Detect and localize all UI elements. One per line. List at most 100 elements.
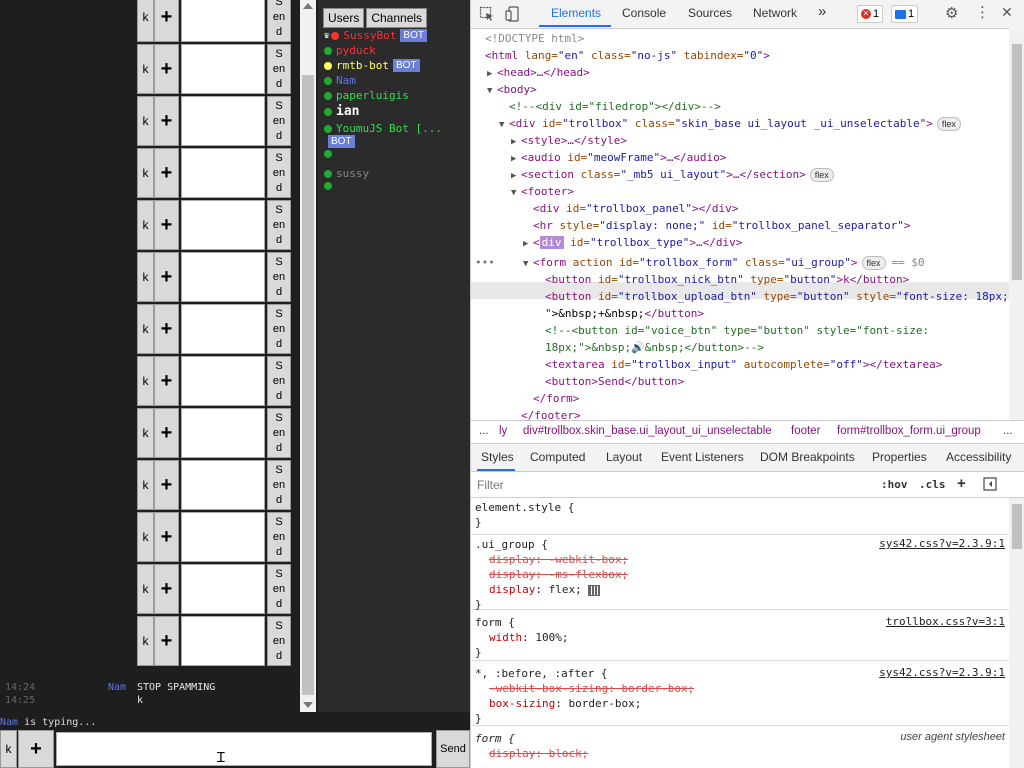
doctype-line[interactable]: <!DOCTYPE html>: [485, 30, 584, 47]
tab-accessibility[interactable]: Accessibility: [946, 450, 1011, 464]
tab-network[interactable]: Network: [753, 6, 797, 20]
user-item[interactable]: sussy: [324, 167, 369, 180]
rule-source-link[interactable]: sys42.css?v=2.3.9:1: [879, 666, 1005, 679]
nick-button[interactable]: k: [137, 460, 154, 510]
rule-source-link[interactable]: trollbox.css?v=3:1: [886, 615, 1005, 628]
upload-btn-node[interactable]: <button id="trollbox_upload_btn" type="b…: [545, 288, 1009, 305]
form-node[interactable]: ▼ <form action id="trollbox_form" class="…: [523, 254, 925, 271]
filter-input[interactable]: Filter: [477, 478, 504, 492]
breadcrumb-more[interactable]: ...: [1003, 425, 1013, 437]
message-textarea[interactable]: [181, 96, 265, 146]
message-textarea[interactable]: [181, 616, 265, 666]
inspect-icon[interactable]: [479, 6, 495, 22]
breadcrumb-item[interactable]: ly: [499, 425, 507, 437]
css-property[interactable]: width: 100%;: [489, 630, 569, 645]
send-button[interactable]: Send: [436, 730, 470, 768]
upload-button[interactable]: +: [154, 304, 179, 354]
device-toggle-icon[interactable]: [505, 6, 521, 22]
rule-selector[interactable]: *, :before, :after {: [475, 666, 607, 681]
nick-button[interactable]: k: [137, 616, 154, 666]
message-textarea[interactable]: [181, 304, 265, 354]
message-textarea[interactable]: [181, 252, 265, 302]
css-property[interactable]: display: flex;: [489, 582, 601, 597]
overridden-property[interactable]: display: block;: [489, 746, 588, 761]
send-button[interactable]: Send: [267, 304, 291, 354]
nick-button[interactable]: k: [137, 356, 154, 406]
nick-button[interactable]: k: [137, 304, 154, 354]
nick-button[interactable]: k: [137, 96, 154, 146]
upload-button[interactable]: +: [154, 148, 179, 198]
user-item[interactable]: [324, 150, 336, 158]
message-badge[interactable]: 1: [891, 5, 919, 23]
nick-button[interactable]: k: [0, 730, 17, 768]
overridden-property[interactable]: display: -ms-flexbox;: [489, 567, 628, 582]
upload-button[interactable]: +: [154, 564, 179, 614]
send-button[interactable]: Send: [267, 460, 291, 510]
scroll-thumb[interactable]: [1012, 504, 1022, 549]
scroll-thumb[interactable]: [1012, 44, 1022, 280]
upload-button[interactable]: +: [18, 730, 54, 768]
styles-scrollbar[interactable]: [1009, 498, 1024, 768]
cls-toggle[interactable]: .cls: [919, 478, 946, 491]
tab-elements[interactable]: Elements: [551, 6, 601, 20]
hr-node[interactable]: <hr style="display: none;" id="trollbox_…: [533, 217, 911, 234]
upload-button[interactable]: +: [154, 252, 179, 302]
chat-scrollbar[interactable]: [300, 0, 316, 712]
user-item[interactable]: ian: [324, 104, 359, 119]
send-button[interactable]: Send: [267, 408, 291, 458]
new-rule-button[interactable]: +: [957, 475, 966, 492]
tab-sources[interactable]: Sources: [688, 6, 732, 20]
message-textarea[interactable]: [181, 408, 265, 458]
send-button[interactable]: Send: [267, 512, 291, 562]
form-close-node[interactable]: </form>: [533, 390, 579, 407]
dom-tree-scrollbar[interactable]: [1009, 28, 1024, 420]
send-button[interactable]: Send: [267, 252, 291, 302]
rule-selector[interactable]: element.style {: [475, 500, 574, 515]
hov-toggle[interactable]: :hov: [881, 478, 908, 491]
audio-node[interactable]: ▶ <audio id="meowFrame">…</audio>: [511, 149, 726, 166]
html-node[interactable]: <html lang="en" class="no-js" tabindex="…: [485, 47, 770, 64]
message-textarea[interactable]: [181, 460, 265, 510]
message-textarea[interactable]: [181, 0, 265, 42]
message-textarea[interactable]: [181, 564, 265, 614]
tab-console[interactable]: Console: [622, 6, 666, 20]
tab-event-listeners[interactable]: Event Listeners: [661, 450, 744, 464]
send-button[interactable]: Send: [267, 0, 291, 42]
upload-button[interactable]: +: [154, 96, 179, 146]
head-node[interactable]: ▶ <head>…</head>: [487, 64, 590, 81]
scroll-thumb[interactable]: [302, 75, 314, 695]
user-item[interactable]: rmtb-bot BOT: [324, 59, 420, 72]
message-textarea[interactable]: [181, 148, 265, 198]
send-button[interactable]: Send: [267, 356, 291, 406]
flex-badge[interactable]: flex: [861, 256, 886, 270]
message-textarea[interactable]: [181, 44, 265, 94]
style-node[interactable]: ▶ <style>…</style>: [511, 132, 627, 149]
trollbox-div-node[interactable]: ▼ <div id="trollbox" class="skin_base ui_…: [499, 115, 961, 132]
message-input[interactable]: Ɪ: [56, 732, 432, 766]
trollbox-panel-node[interactable]: <div id="trollbox_panel"></div>: [533, 200, 738, 217]
tab-dom-breakpoints[interactable]: DOM Breakpoints: [760, 450, 855, 464]
user-item[interactable]: Nam: [324, 74, 356, 87]
user-item[interactable]: paperluigis: [324, 89, 409, 102]
section-node[interactable]: ▶ <section class="_mb5 ui_layout">…</sect…: [511, 166, 834, 183]
scroll-up-icon[interactable]: [303, 3, 313, 9]
close-icon[interactable]: ✕: [1001, 4, 1017, 20]
upload-button[interactable]: +: [154, 356, 179, 406]
send-button[interactable]: Send: [267, 148, 291, 198]
trollbox-type-node[interactable]: ▶ < div id="trollbox_type">…</div>: [523, 234, 742, 251]
gear-icon[interactable]: ⚙: [945, 4, 961, 22]
user-item[interactable]: pyduck: [324, 44, 376, 57]
scroll-down-icon[interactable]: [303, 702, 313, 708]
breadcrumb-item[interactable]: footer: [791, 425, 820, 437]
send-button[interactable]: Send: [267, 200, 291, 250]
upload-button[interactable]: +: [154, 616, 179, 666]
tab-properties[interactable]: Properties: [872, 450, 927, 464]
upload-button[interactable]: +: [154, 0, 179, 42]
upload-button[interactable]: +: [154, 44, 179, 94]
message-textarea[interactable]: [181, 200, 265, 250]
tab-users[interactable]: Users: [323, 8, 365, 28]
nick-button[interactable]: k: [137, 252, 154, 302]
send-button[interactable]: Send: [267, 44, 291, 94]
send-button[interactable]: Send: [267, 616, 291, 666]
user-item[interactable]: ♛ SussyBot BOT: [324, 29, 427, 42]
